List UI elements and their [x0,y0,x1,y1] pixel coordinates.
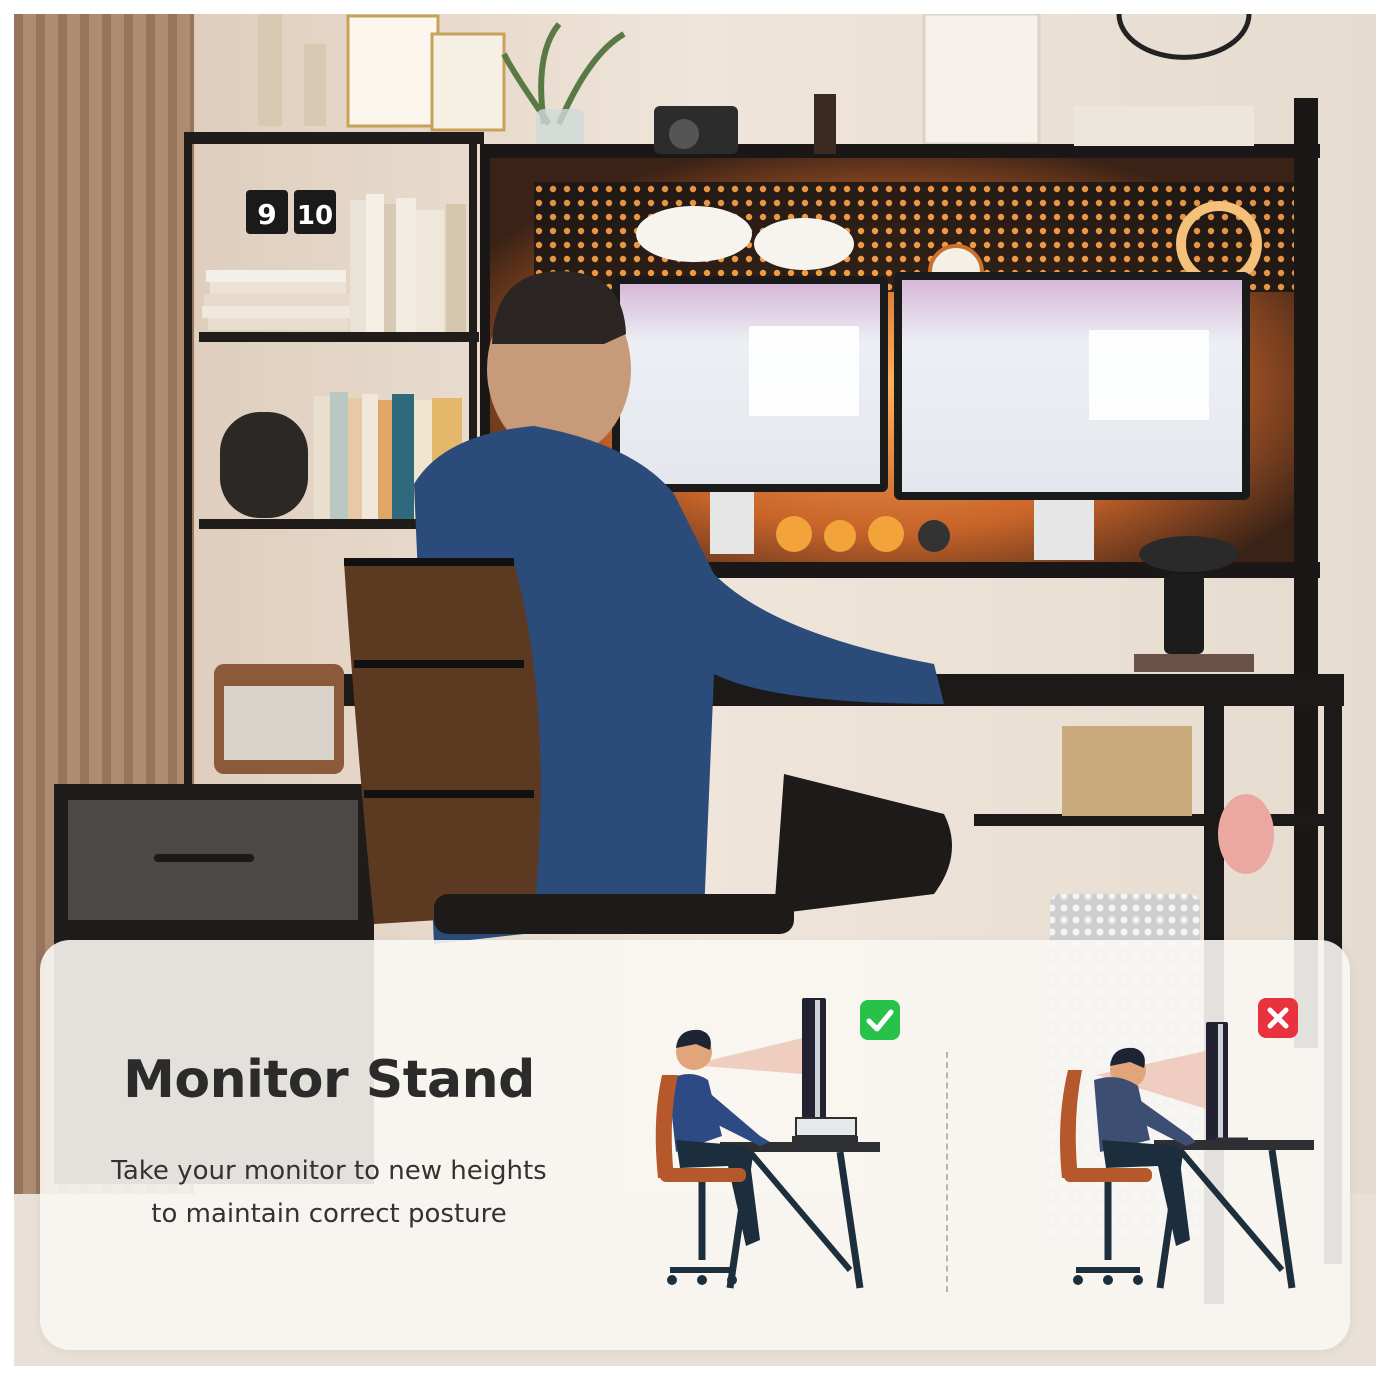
cross-badge [1258,998,1298,1038]
svg-text:10: 10 [297,201,333,231]
feature-subtitle-line-2: to maintain correct posture [151,1199,507,1229]
product-feature-image: 9 10 Monitor Stand Take your monitor to … [0,0,1390,1377]
art-frame-right [922,14,1041,146]
storage-basket [1062,726,1192,816]
controller-1 [636,206,752,262]
feature-subtitle-line-1: Take your monitor to new heights [111,1156,547,1186]
svg-text:9: 9 [257,198,276,231]
comparison-divider [946,1052,948,1292]
art-frame-left [346,14,440,128]
headphones [1218,794,1274,874]
art-frame-love [430,32,506,132]
feature-callout-panel: Monitor Stand Take your monitor to new h… [40,940,1350,1350]
controller-2 [754,218,854,270]
cross-icon [1258,998,1298,1038]
books-upper [350,194,466,332]
feature-title: Monitor Stand [123,1050,535,1110]
game-controller [1139,536,1239,572]
phone-charger [1164,574,1204,654]
check-icon [860,1000,900,1040]
check-badge [860,1000,900,1040]
